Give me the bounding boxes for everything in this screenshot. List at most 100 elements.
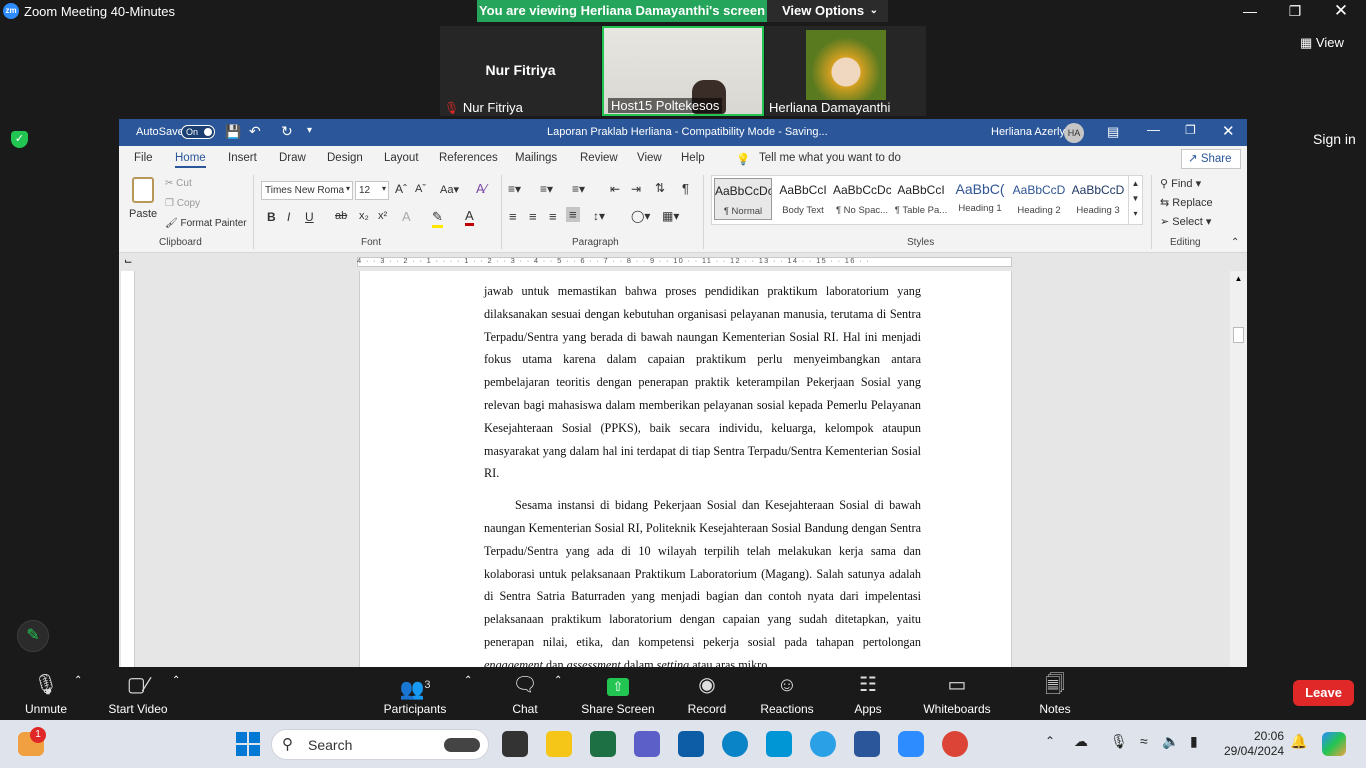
- superscript-icon[interactable]: x²: [378, 210, 387, 222]
- tab-draw[interactable]: Draw: [279, 152, 306, 164]
- collapse-ribbon-icon[interactable]: ⌃: [1231, 237, 1239, 248]
- close-icon[interactable]: ✕: [1222, 122, 1235, 140]
- participant-tile-host15[interactable]: Host15 Poltekesos: [602, 26, 764, 116]
- file-explorer-icon[interactable]: [546, 731, 572, 757]
- grow-font-icon[interactable]: Aˆ: [395, 182, 407, 196]
- tab-design[interactable]: Design: [327, 152, 363, 164]
- style-no-spacing[interactable]: AaBbCcDc ¶ No Spac...: [833, 178, 891, 220]
- numbering-icon[interactable]: ≡▾: [540, 182, 553, 196]
- close-icon[interactable]: ✕: [1318, 0, 1364, 23]
- font-size-select[interactable]: 12 ▾: [355, 181, 389, 200]
- borders-icon[interactable]: ▦▾: [662, 209, 679, 223]
- task-view-icon[interactable]: [502, 731, 528, 757]
- text-effects-icon[interactable]: A: [402, 209, 411, 224]
- strikethrough-icon[interactable]: ab: [335, 210, 347, 222]
- record-button[interactable]: ◉ Record: [684, 673, 730, 716]
- tab-home[interactable]: Home: [175, 152, 206, 168]
- view-button[interactable]: ▦ View: [1300, 35, 1344, 51]
- unmute-button[interactable]: 🎙 Unmute: [18, 673, 74, 716]
- tell-me-search[interactable]: Tell me what you want to do: [759, 152, 901, 164]
- share-button[interactable]: ↗ Share: [1181, 149, 1241, 169]
- participants-button[interactable]: 👥3 Participants: [380, 673, 450, 716]
- document-page[interactable]: jawab untuk memastikan bahwa proses pend…: [359, 271, 1012, 667]
- system-clock[interactable]: 20:06 29/04/2024: [1224, 729, 1284, 759]
- font-name-select[interactable]: Times New Roma ▾: [261, 181, 353, 200]
- wifi-icon[interactable]: ≈: [1140, 733, 1148, 749]
- hp-icon[interactable]: [766, 731, 792, 757]
- teams-icon[interactable]: [634, 731, 660, 757]
- store-icon[interactable]: [678, 731, 704, 757]
- font-color-icon[interactable]: A: [465, 208, 474, 226]
- security-shield-icon[interactable]: ✓: [11, 131, 28, 148]
- find-button[interactable]: ⚲ Find ▾: [1160, 177, 1201, 190]
- sort-icon[interactable]: ⇅: [655, 181, 665, 195]
- leave-button[interactable]: Leave: [1293, 680, 1354, 706]
- participant-tile-herliana[interactable]: Herliana Damayanthi: [765, 26, 926, 116]
- copy-button[interactable]: ❐ Copy: [165, 198, 200, 209]
- tab-insert[interactable]: Insert: [228, 152, 257, 164]
- cut-button[interactable]: ✂ Cut: [165, 178, 192, 189]
- participant-tile-nur-fitriya[interactable]: Nur Fitriya 🎙 Nur Fitriya: [440, 26, 601, 116]
- redo-icon[interactable]: ↻: [281, 123, 293, 140]
- tab-file[interactable]: File: [134, 152, 153, 164]
- tab-view[interactable]: View: [637, 152, 662, 164]
- align-right-icon[interactable]: ≡: [549, 209, 557, 224]
- minimize-icon[interactable]: —: [1227, 0, 1273, 23]
- chat-button[interactable]: 🗨 Chat: [505, 673, 545, 716]
- chat-chevron-icon[interactable]: ⌃: [554, 675, 562, 686]
- show-formatting-icon[interactable]: ¶: [682, 181, 689, 196]
- style-heading-2[interactable]: AaBbCcD Heading 2: [1010, 178, 1068, 220]
- taskbar-search[interactable]: ⚲ Search: [271, 729, 489, 760]
- autosave-toggle[interactable]: On: [181, 125, 215, 139]
- share-screen-button[interactable]: ⇧ Share Screen: [580, 673, 656, 716]
- user-name[interactable]: Herliana Azerly: [991, 126, 1065, 138]
- sign-in-link[interactable]: Sign in: [1313, 131, 1356, 147]
- customize-qat-icon[interactable]: ▾: [307, 125, 312, 136]
- tab-mailings[interactable]: Mailings: [515, 152, 557, 164]
- start-video-button[interactable]: ▢∕ Start Video: [104, 673, 172, 716]
- audio-options-chevron-icon[interactable]: ⌃: [74, 675, 82, 686]
- scroll-up-icon[interactable]: ▲: [1230, 274, 1247, 283]
- decrease-indent-icon[interactable]: ⇤: [610, 182, 620, 196]
- paragraph[interactable]: Sesama instansi di bidang Pekerjaan Sosi…: [484, 494, 921, 667]
- style-body-text[interactable]: AaBbCcI Body Text: [774, 178, 832, 220]
- increase-indent-icon[interactable]: ⇥: [631, 182, 641, 196]
- shrink-font-icon[interactable]: Aˇ: [415, 183, 426, 195]
- subscript-icon[interactable]: x₂: [359, 210, 369, 222]
- style-table-paragraph[interactable]: AaBbCcI ¶ Table Pa...: [892, 178, 950, 220]
- network-status-icon[interactable]: ☁: [1074, 733, 1088, 750]
- italic-icon[interactable]: I: [287, 210, 290, 224]
- annotate-pencil-icon[interactable]: ✎: [17, 620, 49, 652]
- start-windows-icon[interactable]: [236, 732, 260, 756]
- copilot-icon[interactable]: [1322, 732, 1346, 756]
- format-painter-button[interactable]: 🖌 Format Painter: [165, 218, 247, 229]
- shading-icon[interactable]: ◯▾: [631, 209, 650, 223]
- justify-icon[interactable]: ≡: [566, 207, 580, 222]
- align-center-icon[interactable]: ≡: [529, 209, 537, 224]
- excel-icon[interactable]: [590, 731, 616, 757]
- restore-icon[interactable]: ❐: [1272, 0, 1318, 23]
- zoom-taskbar-icon[interactable]: [898, 731, 924, 757]
- vertical-scrollbar[interactable]: ▲: [1230, 271, 1247, 667]
- reactions-button[interactable]: ☺ Reactions: [758, 673, 816, 716]
- view-options-button[interactable]: View Options ⌄: [767, 0, 888, 22]
- select-button[interactable]: ➢ Select ▾: [1160, 215, 1211, 228]
- undo-icon[interactable]: ↶: [249, 123, 261, 140]
- volume-icon[interactable]: 🔈: [1162, 733, 1179, 750]
- document-body[interactable]: jawab untuk memastikan bahwa proses pend…: [484, 280, 921, 667]
- tab-references[interactable]: References: [439, 152, 498, 164]
- tab-layout[interactable]: Layout: [384, 152, 419, 164]
- video-options-chevron-icon[interactable]: ⌃: [172, 675, 180, 686]
- paste-button[interactable]: Paste: [129, 177, 157, 220]
- battery-icon[interactable]: ▮: [1190, 733, 1198, 750]
- apps-button[interactable]: ☷ Apps: [848, 673, 888, 716]
- save-icon[interactable]: 💾: [225, 124, 241, 140]
- microphone-icon[interactable]: 🎙: [1110, 733, 1128, 750]
- ribbon-display-icon[interactable]: ▤: [1107, 124, 1119, 140]
- style-heading-3[interactable]: AaBbCcD Heading 3: [1069, 178, 1127, 220]
- style-normal[interactable]: AaBbCcDc ¶ Normal: [714, 178, 772, 220]
- paragraph[interactable]: jawab untuk memastikan bahwa proses pend…: [484, 280, 921, 485]
- tray-overflow-icon[interactable]: ⌃: [1045, 734, 1055, 748]
- style-heading-1[interactable]: AaBbC(Heading 1: [951, 178, 1009, 220]
- user-avatar[interactable]: HA: [1064, 123, 1084, 143]
